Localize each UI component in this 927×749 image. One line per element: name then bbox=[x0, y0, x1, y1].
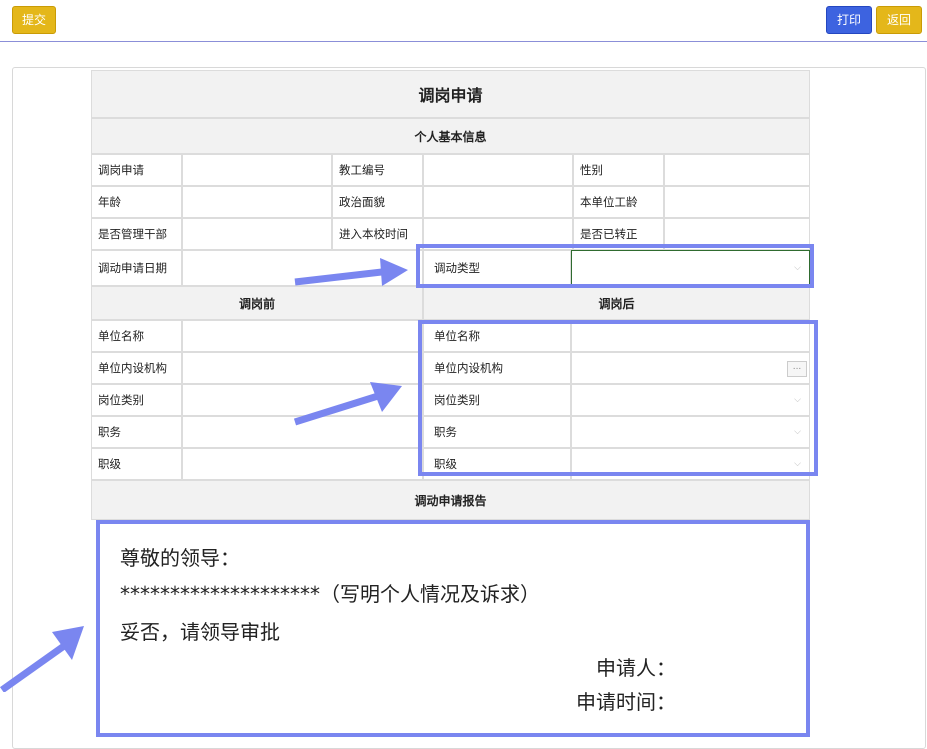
print-button[interactable]: 打印 bbox=[826, 6, 872, 34]
section-basic-info: 个人基本信息 bbox=[91, 118, 810, 154]
politics-field[interactable] bbox=[423, 186, 573, 218]
label-staff-no: 教工编号 bbox=[332, 154, 423, 186]
before-rank-field[interactable] bbox=[182, 448, 423, 480]
report-request: 妥否，请领导审批 bbox=[120, 620, 280, 644]
highlight-transfer-type bbox=[416, 244, 814, 288]
back-button[interactable]: 返回 bbox=[876, 6, 922, 34]
report-greeting: 尊敬的领导： bbox=[120, 546, 240, 570]
before-header: 调岗前 bbox=[91, 286, 423, 320]
report-box[interactable]: 尊敬的领导： ********************（写明个人情况及诉求） 妥… bbox=[96, 520, 810, 737]
label-apply: 调岗申请 bbox=[91, 154, 182, 186]
is-cadre-field[interactable] bbox=[182, 218, 332, 250]
before-post-type-label: 岗位类别 bbox=[91, 384, 182, 416]
report-apply-time: 申请时间： bbox=[576, 690, 676, 714]
submit-button[interactable]: 提交 bbox=[12, 6, 56, 34]
highlight-after-section bbox=[418, 320, 818, 476]
apply-field[interactable] bbox=[182, 154, 332, 186]
report-applicant: 申请人： bbox=[596, 656, 676, 680]
arrow-icon bbox=[0, 626, 84, 692]
label-age: 年龄 bbox=[91, 186, 182, 218]
label-seniority: 本单位工龄 bbox=[573, 186, 664, 218]
label-join-date: 进入本校时间 bbox=[332, 218, 423, 250]
age-field[interactable] bbox=[182, 186, 332, 218]
label-transfer-date: 调动申请日期 bbox=[91, 250, 182, 286]
before-unit-name-field[interactable] bbox=[182, 320, 423, 352]
before-unit-name-label: 单位名称 bbox=[91, 320, 182, 352]
before-duty-label: 职务 bbox=[91, 416, 182, 448]
before-rank-label: 职级 bbox=[91, 448, 182, 480]
section-report: 调动申请报告 bbox=[91, 480, 810, 520]
top-toolbar: 提交 打印 返回 bbox=[0, 0, 927, 42]
before-dept-label: 单位内设机构 bbox=[91, 352, 182, 384]
form-title: 调岗申请 bbox=[91, 70, 810, 118]
label-is-cadre: 是否管理干部 bbox=[91, 218, 182, 250]
label-politics: 政治面貌 bbox=[332, 186, 423, 218]
gender-field[interactable] bbox=[664, 154, 810, 186]
report-body: ********************（写明个人情况及诉求） bbox=[120, 582, 540, 606]
seniority-field[interactable] bbox=[664, 186, 810, 218]
after-header: 调岗后 bbox=[423, 286, 810, 320]
arrow-icon bbox=[293, 382, 402, 426]
arrow-icon bbox=[294, 258, 408, 286]
label-gender: 性别 bbox=[573, 154, 664, 186]
staff-no-field[interactable] bbox=[423, 154, 573, 186]
